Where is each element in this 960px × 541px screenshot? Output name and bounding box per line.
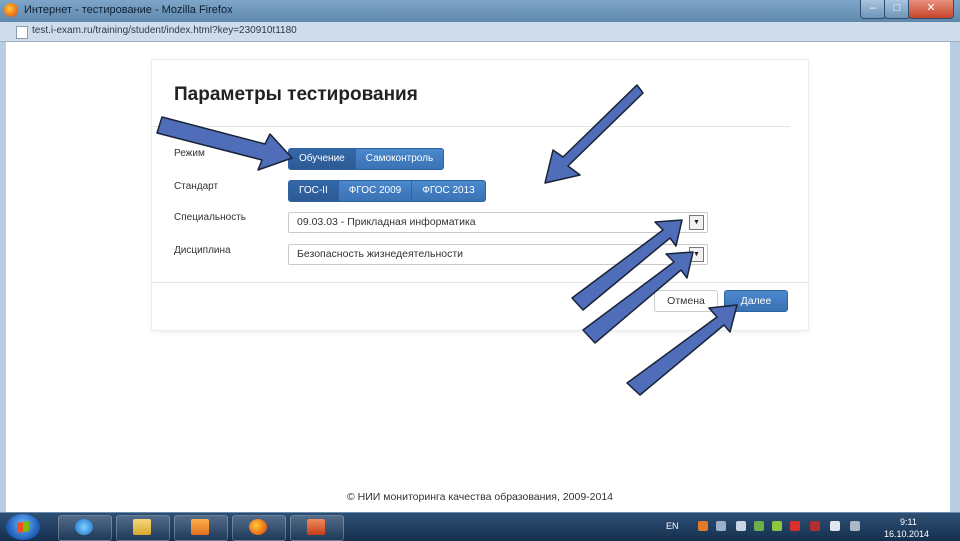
mode-option-self-control[interactable]: Самоконтроль [355, 148, 445, 170]
discipline-select[interactable]: Безопасность жизнедеятельности ▼ [288, 244, 708, 265]
standard-option-fgos2009[interactable]: ФГОС 2009 [338, 180, 413, 202]
standard-option-fgos2013[interactable]: ФГОС 2013 [412, 180, 486, 202]
divider [152, 282, 808, 283]
media-player-icon [191, 519, 209, 535]
chevron-down-icon[interactable]: ▼ [689, 247, 704, 262]
taskbar-media[interactable] [174, 515, 228, 541]
tray-alert-icon[interactable] [810, 521, 820, 531]
next-button[interactable]: Далее [724, 290, 788, 312]
discipline-value: Безопасность жизнедеятельности [297, 248, 464, 260]
standard-label: Стандарт [174, 181, 219, 192]
standard-option-gos2[interactable]: ГОС-II [288, 180, 339, 202]
maximize-button[interactable]: □ [884, 0, 910, 19]
powerpoint-icon [307, 519, 325, 535]
tray-update-icon[interactable] [772, 521, 782, 531]
window-frame-left [0, 42, 6, 512]
taskbar-explorer[interactable] [116, 515, 170, 541]
tray-app-icon[interactable] [698, 521, 708, 531]
start-button[interactable] [6, 514, 40, 540]
standard-button-group: ГОС-II ФГОС 2009 ФГОС 2013 [288, 180, 486, 202]
mode-button-group: Обучение Самоконтроль [288, 148, 445, 170]
clock-time[interactable]: 9:11 [900, 517, 917, 527]
divider [152, 126, 790, 127]
tray-security-icon[interactable] [754, 521, 764, 531]
tray-antivirus-icon[interactable] [790, 521, 800, 531]
chevron-down-icon[interactable]: ▼ [689, 215, 704, 230]
window-titlebar: Интернет - тестирование - Mozilla Firefo… [0, 0, 960, 22]
address-bar[interactable]: test.i-exam.ru/training/student/index.ht… [0, 22, 960, 42]
tray-flag-icon[interactable] [736, 521, 746, 531]
language-indicator[interactable]: EN [666, 521, 679, 531]
mode-label: Режим [174, 148, 205, 159]
test-parameters-dialog: Параметры тестирования Режим Обучение Са… [152, 60, 808, 330]
specialty-select[interactable]: 09.03.03 - Прикладная информатика ▼ [288, 212, 708, 233]
clock-date[interactable]: 16.10.2014 [884, 529, 929, 539]
taskbar-firefox[interactable] [232, 515, 286, 541]
window-frame-right [950, 42, 960, 512]
page-icon [16, 26, 28, 39]
address-url[interactable]: test.i-exam.ru/training/student/index.ht… [32, 25, 297, 36]
close-button[interactable]: ✕ [908, 0, 954, 19]
volume-icon[interactable] [830, 521, 840, 531]
firefox-icon [4, 3, 18, 17]
cancel-button[interactable]: Отмена [654, 290, 718, 312]
mode-option-training[interactable]: Обучение [288, 148, 356, 170]
tray-network-icon[interactable] [716, 521, 726, 531]
file-explorer-icon [133, 519, 151, 535]
dialog-title: Параметры тестирования [174, 84, 418, 105]
specialty-value: 09.03.03 - Прикладная информатика [297, 216, 476, 228]
taskbar-powerpoint[interactable] [290, 515, 344, 541]
internet-explorer-icon [75, 519, 93, 535]
taskbar-ie[interactable] [58, 515, 112, 541]
specialty-label: Специальность [174, 212, 246, 223]
page-footer: © НИИ мониторинга качества образования, … [346, 491, 614, 503]
tray-display-icon[interactable] [850, 521, 860, 531]
taskbar: EN 9:11 16.10.2014 [0, 512, 960, 541]
window-title: Интернет - тестирование - Mozilla Firefo… [24, 4, 233, 16]
firefox-icon [249, 519, 267, 535]
discipline-label: Дисциплина [174, 245, 231, 256]
minimize-button[interactable]: – [860, 0, 886, 19]
